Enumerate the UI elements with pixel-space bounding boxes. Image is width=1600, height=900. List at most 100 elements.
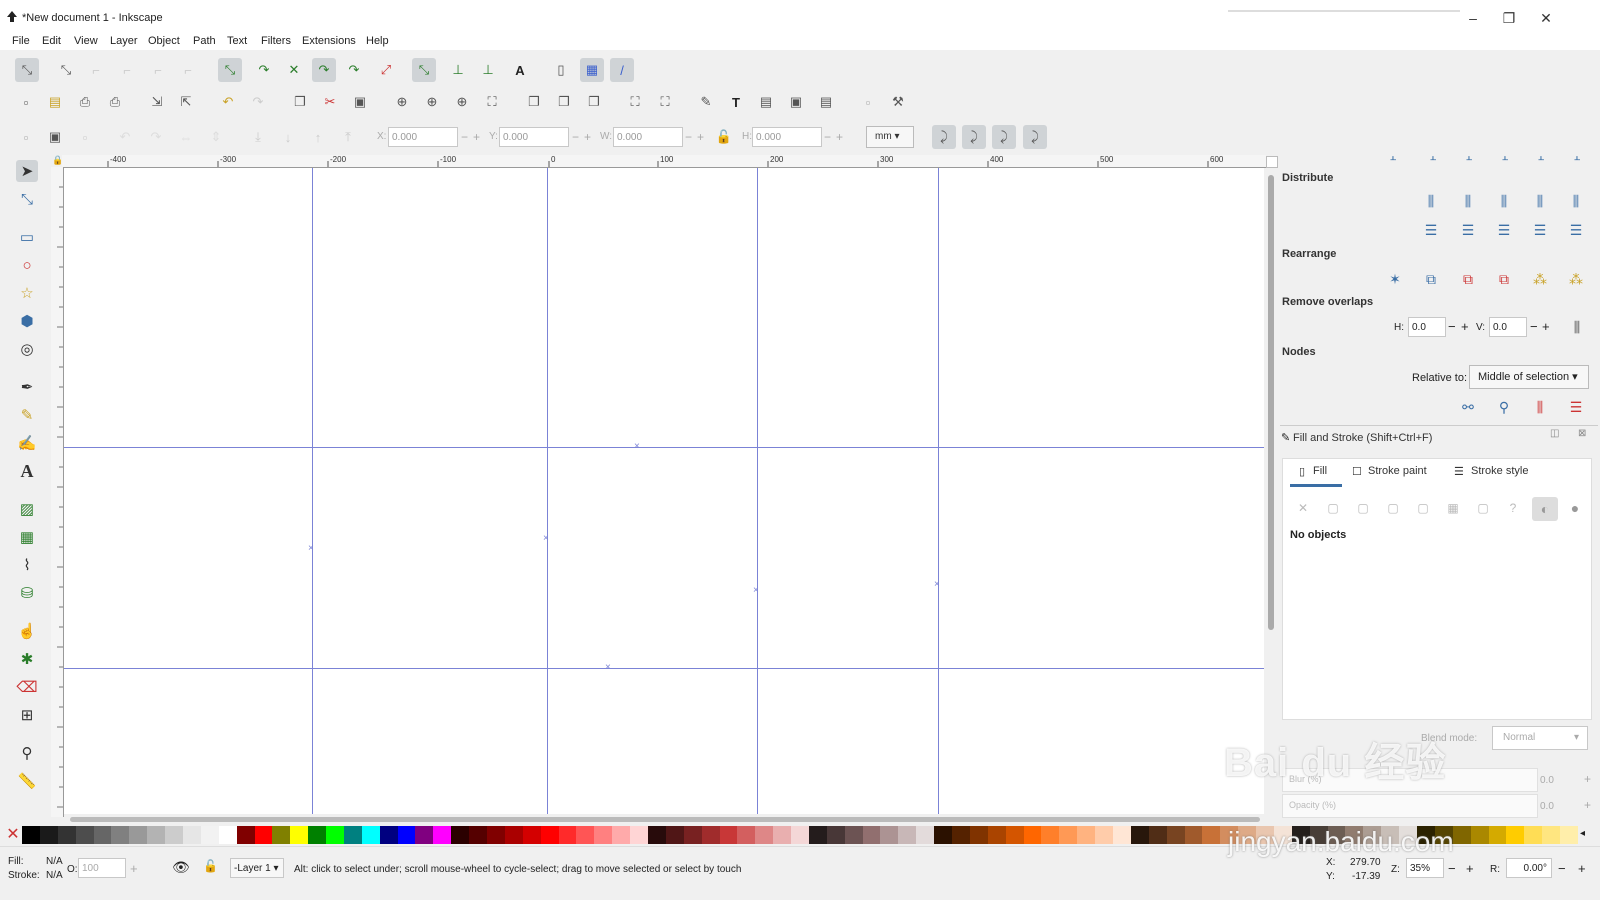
vertical-scrollbar-thumb[interactable] [1268, 175, 1274, 630]
lock-proportions-icon[interactable]: 🔓 [714, 127, 734, 147]
preferences-icon[interactable]: ⚒ [888, 92, 908, 112]
color-swatch[interactable] [701, 826, 720, 844]
color-swatch[interactable] [1112, 826, 1131, 844]
color-swatch[interactable] [254, 826, 273, 844]
import-icon[interactable]: ⇲ [147, 92, 167, 112]
distribute-bottom-icon[interactable]: ☰ [1493, 219, 1515, 241]
color-swatch[interactable] [290, 826, 309, 844]
color-swatch[interactable] [630, 826, 649, 844]
align-icon[interactable]: ⫠ [1382, 146, 1404, 168]
flip-vertical-icon[interactable]: ⇕ [206, 127, 226, 147]
snap-bbox-midpoint-icon[interactable]: ⌐ [148, 60, 168, 80]
color-swatch[interactable] [1148, 826, 1167, 844]
distribute-right-icon[interactable]: ⫼ [1493, 190, 1515, 212]
color-swatch[interactable] [415, 826, 434, 844]
snap-nodes-icon[interactable]: ⤡ [218, 58, 242, 82]
xml-editor-icon[interactable]: ▣ [786, 92, 806, 112]
color-swatch[interactable] [898, 826, 917, 844]
paint-bucket-tool-icon[interactable]: ⛁ [16, 582, 38, 604]
color-swatch[interactable] [1524, 826, 1543, 844]
color-swatch[interactable] [397, 826, 416, 844]
transform-patterns-icon[interactable]: ⤸ [1023, 125, 1047, 149]
color-swatch[interactable] [916, 826, 935, 844]
color-swatch[interactable] [1470, 826, 1489, 844]
menu-help[interactable]: Help [366, 35, 389, 47]
distribute-center-h-icon[interactable]: ⫼ [1457, 190, 1479, 212]
snap-bbox-corner-icon[interactable]: ⌐ [117, 60, 137, 80]
selector-tool-icon[interactable]: ➤ [16, 160, 38, 182]
exchange-positions-icon[interactable]: ⧉ [1420, 268, 1442, 290]
menu-filters[interactable]: Filters [261, 35, 291, 47]
new-document-icon[interactable]: ▫ [16, 92, 36, 112]
no-color-swatch-icon[interactable]: ✕ [4, 826, 22, 844]
rotate-cw-icon[interactable]: ↷ [146, 127, 166, 147]
color-swatch[interactable] [1560, 826, 1579, 844]
save-icon[interactable]: ⎙ [75, 92, 95, 112]
color-swatch[interactable] [576, 826, 595, 844]
overlap-h-increment[interactable]: + [1461, 319, 1469, 334]
color-swatch[interactable] [826, 826, 845, 844]
horizontal-scrollbar-thumb[interactable] [70, 817, 1260, 822]
color-swatch[interactable] [218, 826, 237, 844]
color-swatch[interactable] [558, 826, 577, 844]
zoom-corner-button[interactable] [1266, 156, 1278, 168]
layer-select[interactable]: -Layer 1 ▾ [230, 858, 284, 878]
w-input[interactable]: 0.000 [613, 127, 683, 147]
mesh-gradient-icon[interactable]: ▢ [1412, 497, 1434, 519]
menu-path[interactable]: Path [193, 35, 216, 47]
text-tool-icon[interactable]: A [16, 460, 38, 482]
color-swatch[interactable] [165, 826, 184, 844]
color-swatch[interactable] [147, 826, 166, 844]
layers-icon[interactable]: ▤ [756, 92, 776, 112]
guide-anchor-icon[interactable]: × [934, 580, 940, 590]
distribute-gaps-h-icon[interactable]: ⫼ [1529, 190, 1551, 212]
color-swatch[interactable] [1095, 826, 1114, 844]
opacity-status-increment[interactable]: + [130, 861, 138, 876]
scale-stroke-icon[interactable]: ⤸ [932, 125, 956, 149]
minimize-button[interactable]: – [1458, 8, 1488, 28]
color-swatch[interactable] [236, 826, 255, 844]
color-swatch[interactable] [969, 826, 988, 844]
flip-horizontal-icon[interactable]: ⇔ [176, 127, 196, 147]
color-swatch[interactable] [719, 826, 738, 844]
color-swatch[interactable] [111, 826, 130, 844]
color-swatch[interactable] [343, 826, 362, 844]
zoom-page-icon[interactable]: ⊕ [452, 92, 472, 112]
w-decrement[interactable]: − [685, 130, 692, 144]
color-swatch[interactable] [612, 826, 631, 844]
color-swatch[interactable] [487, 826, 505, 844]
align-icon[interactable]: ⫠ [1422, 146, 1444, 168]
color-swatch[interactable] [433, 826, 452, 844]
color-swatch[interactable] [1488, 826, 1507, 844]
rotation-increment[interactable]: + [1578, 861, 1586, 876]
color-swatch[interactable] [326, 826, 345, 844]
copy-icon[interactable]: ❐ [290, 92, 310, 112]
color-swatch[interactable] [1166, 826, 1185, 844]
distribute-baseline-v-icon[interactable]: ☰ [1565, 219, 1587, 241]
color-swatch[interactable] [504, 826, 523, 844]
snap-intersections-icon[interactable]: ✕ [284, 60, 304, 80]
rotation-decrement[interactable]: − [1558, 861, 1566, 876]
color-swatch[interactable] [862, 826, 881, 844]
unset-paint-icon[interactable]: ? [1502, 497, 1524, 519]
menu-file[interactable]: File [12, 35, 30, 47]
exchange-z-order-icon[interactable]: ⧉ [1457, 268, 1479, 290]
lower-bottom-icon[interactable]: ⤓ [248, 127, 268, 147]
close-button[interactable]: ✕ [1531, 8, 1561, 28]
mesh-tool-icon[interactable]: ▦ [16, 526, 38, 548]
rotate-ccw-icon[interactable]: ↶ [115, 127, 135, 147]
x-decrement[interactable]: − [461, 130, 468, 144]
zoom-selection-icon[interactable]: ⊕ [392, 92, 412, 112]
color-swatch[interactable] [272, 826, 291, 844]
guide-anchor-icon[interactable]: × [605, 663, 611, 673]
distribute-gaps-v-icon[interactable]: ☰ [1529, 219, 1551, 241]
color-swatch[interactable] [737, 826, 756, 844]
h-decrement[interactable]: − [824, 130, 831, 144]
dropper-tool-icon[interactable]: ⌇ [16, 554, 38, 576]
paste-icon[interactable]: ▣ [350, 92, 370, 112]
color-swatch[interactable] [451, 826, 470, 844]
color-swatch[interactable] [1023, 826, 1042, 844]
dock-close-icon[interactable]: ⊠ [1578, 428, 1586, 439]
color-swatch[interactable] [1077, 826, 1096, 844]
color-swatch[interactable] [1005, 826, 1024, 844]
